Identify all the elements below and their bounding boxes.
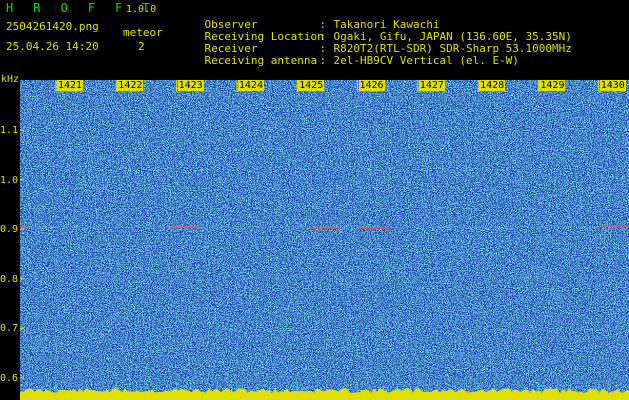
timestamp: 25.04.26 14:20 [6, 40, 99, 53]
minute-label: 1426 [358, 80, 385, 91]
frequency-tick-label: 0.8 [0, 273, 19, 285]
minute-label: 1428 [479, 80, 506, 91]
minute-label: 1424 [237, 80, 264, 91]
frequency-tick-label: 1.0 [0, 174, 19, 186]
info-value: 2el-HB9CV Vertical (el. E-W) [333, 54, 519, 67]
meteor-count: 2 [138, 40, 145, 53]
frequency-tick-label: 0.6 [0, 373, 19, 384]
minute-label: 1425 [298, 80, 325, 91]
info-row-antenna: Receiving antenna: 2el-HB9CV Vertical (e… [204, 54, 519, 67]
spectrogram-plot [20, 80, 629, 400]
minute-label: 1423 [177, 80, 204, 91]
unit-label: kHz [1, 74, 20, 85]
frequency-tick-label: 1.1 [0, 125, 19, 136]
info-label: Receiving antenna [204, 54, 318, 67]
header-panel: H R O F F T 1.0.0 2504261420.png meteor … [0, 0, 629, 80]
frequency-tick-label: 0.9 [0, 224, 19, 236]
spectrogram-canvas [20, 80, 629, 400]
minute-label: 1429 [539, 80, 566, 91]
minute-label: 1430 [599, 80, 626, 91]
minute-label: 1422 [117, 80, 144, 91]
spectrogram-noise [20, 80, 629, 400]
app-version: 1.0.0 [126, 4, 157, 15]
file-name: 2504261420.png [6, 20, 99, 33]
meteor-label: meteor [123, 26, 163, 39]
frequency-tick-label: 0.7 [0, 323, 19, 335]
minute-label: 1421 [57, 80, 84, 91]
minute-label: 1427 [418, 80, 445, 91]
